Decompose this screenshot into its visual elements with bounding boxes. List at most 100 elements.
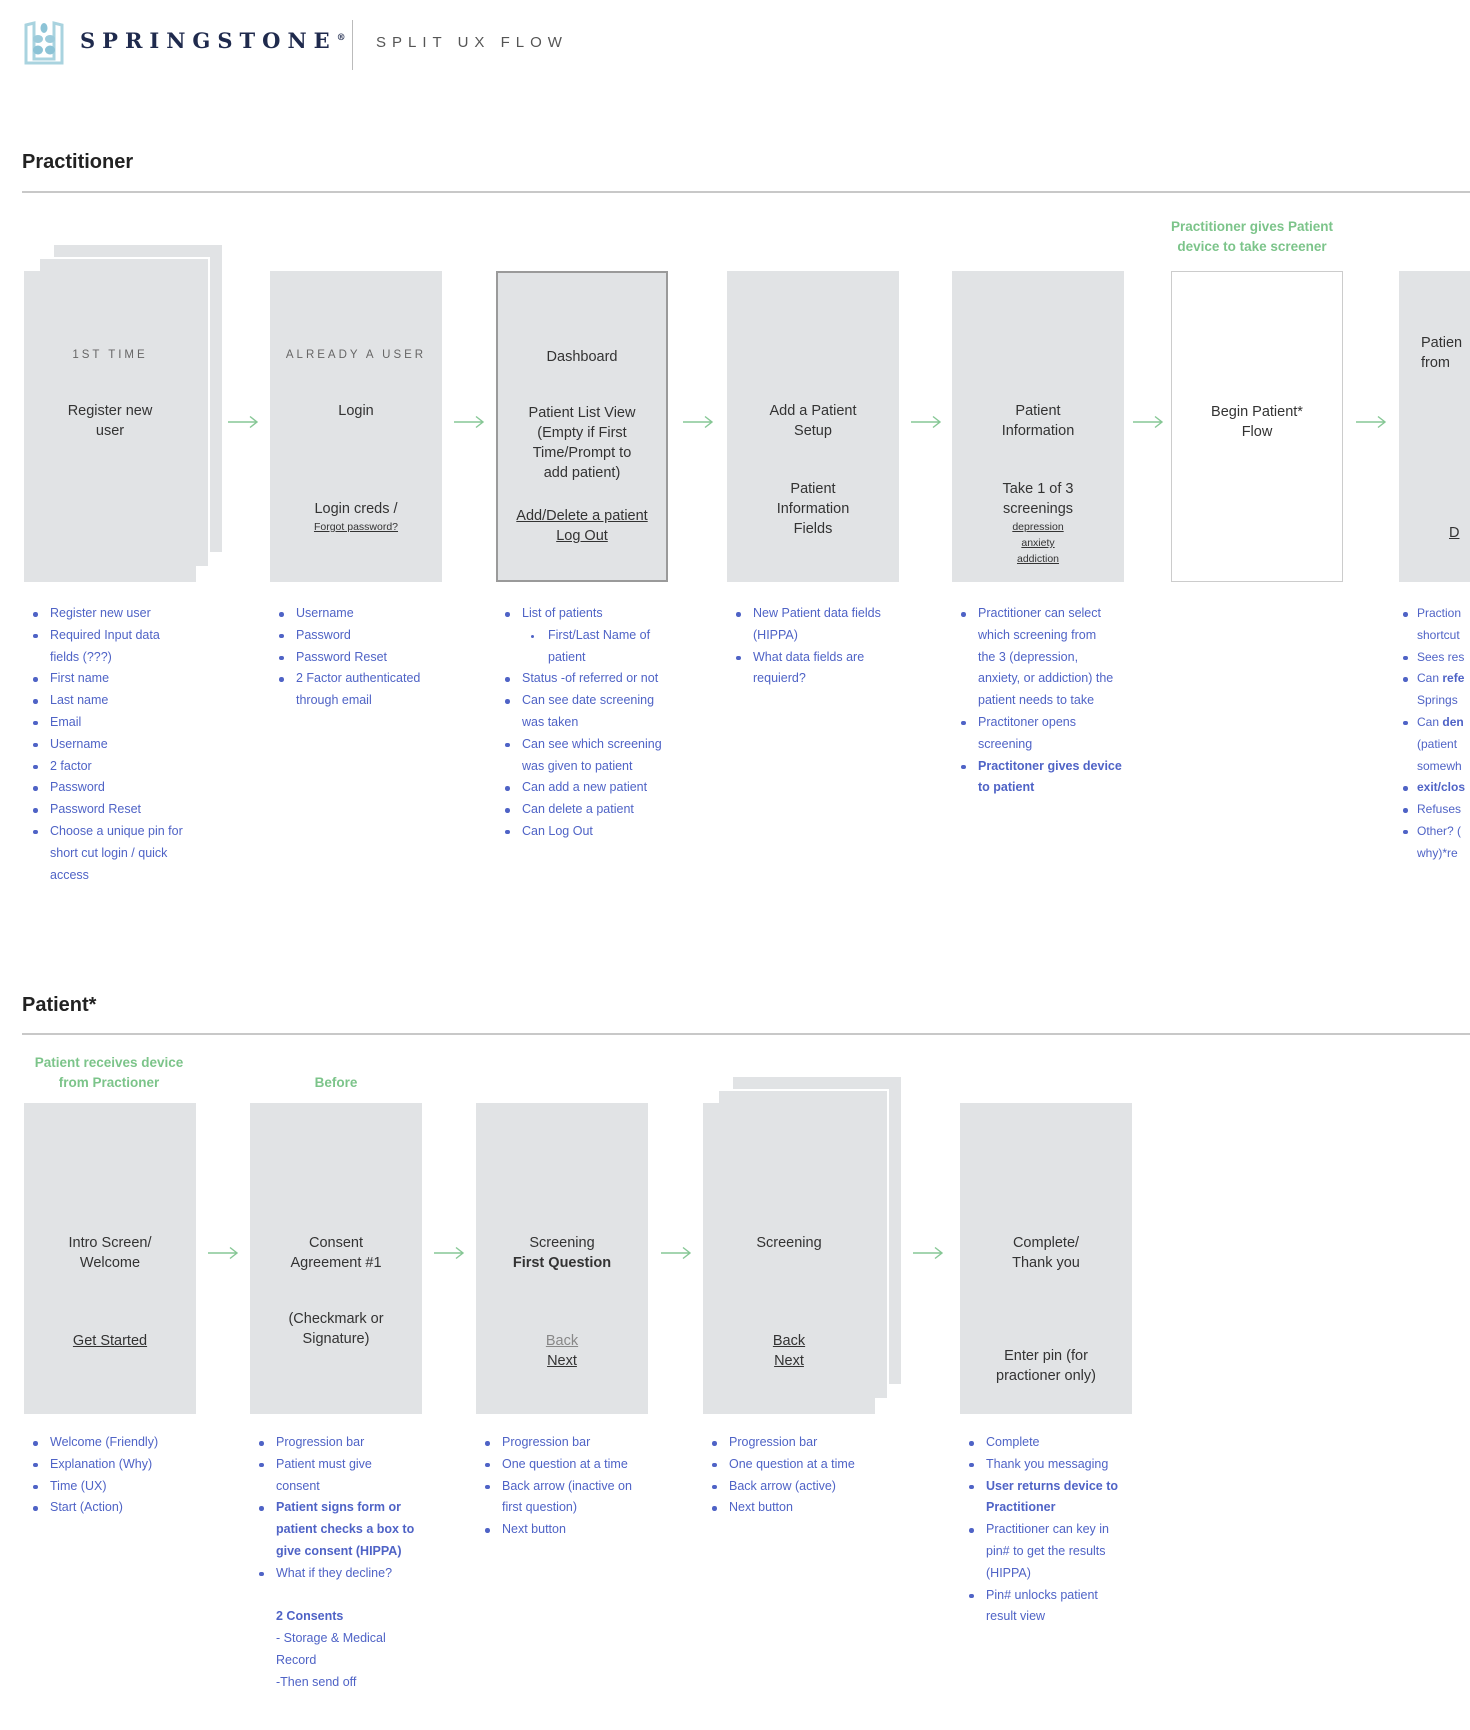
list-item: requierd? (736, 668, 881, 690)
list-item-text: Choose a unique pin for (50, 823, 183, 838)
arrow-right-icon (207, 1246, 239, 1260)
list-item-text: -Then send off (276, 1674, 357, 1689)
screen-card-login[interactable]: ALREADY A USER Login Login creds / Forgot p… (270, 271, 442, 582)
list-item-text: shortcut (1417, 627, 1460, 642)
screen-text-line: Log Out (498, 526, 666, 546)
list-item-text: (HIPPA) (753, 627, 798, 642)
screen-link-text[interactable]: Back Next (703, 1331, 875, 1371)
notes-list: Username Password Password Reset 2 Factor a… (279, 603, 420, 712)
screen-card-dashboard[interactable]: Dashboard Patient List View (Empty if Firs… (496, 271, 668, 582)
arrow-right-icon (227, 415, 259, 429)
list-item-text: Patient signs form or (276, 1500, 402, 1515)
screen-link[interactable]: Get Started (73, 1333, 147, 1349)
list-item-text: give consent (HIPPA) (276, 1543, 402, 1558)
list-item-text: Can (1417, 714, 1443, 729)
screen-title-text: Patien from (1421, 333, 1462, 373)
screen-card-consent-agreement[interactable]: Consent Agreement #1 (Checkmark or Signatur… (250, 1103, 422, 1414)
screen-title-text: Patient Information Fields (727, 479, 899, 539)
registered-mark: ® (336, 33, 346, 43)
screen-link-text[interactable]: Next (476, 1351, 648, 1371)
screen-card-begin-patient-flow[interactable]: Begin Patient* Flow (1171, 271, 1343, 582)
screen-card-screening-first-question[interactable]: Screening First Question Back Next (476, 1103, 648, 1414)
screen-muted-text[interactable]: Back (476, 1331, 648, 1351)
screen-text: ALREADY A USER (285, 349, 427, 361)
list-item: Password Reset (279, 647, 420, 669)
list-item: Next button (485, 1519, 632, 1541)
screen-text: Thank you (1012, 1255, 1080, 1271)
list-item: Status -of referred or not (505, 668, 662, 690)
list-item: was taken (505, 712, 662, 734)
screen-link[interactable]: anxiety (1021, 537, 1054, 549)
list-item-text: Progression bar (729, 1435, 818, 1449)
screen-link[interactable]: Next (547, 1353, 577, 1369)
screen-text: Take 1 of 3 (1002, 481, 1074, 497)
screen-link[interactable]: Forgot password? (314, 521, 398, 533)
screen-text: Begin Patient* (1211, 404, 1303, 420)
screen-link-text[interactable]: D (1449, 523, 1459, 543)
list-item: somewh (1403, 756, 1465, 778)
screen-link-text[interactable]: Add/Delete a patient Log Out (498, 506, 666, 546)
screen-text-line: (Empty if First (498, 423, 666, 443)
list-item: One question at a time (485, 1454, 632, 1476)
screen-text-line: Add a Patient (727, 401, 899, 421)
screen-text: Login (338, 403, 374, 419)
screen-link[interactable]: Back (773, 1333, 805, 1349)
screen-link[interactable]: Add/Delete a patient (516, 508, 647, 524)
screen-link[interactable]: Next (774, 1353, 804, 1369)
screen-link[interactable]: D (1449, 525, 1459, 541)
screen-card-intro-welcome[interactable]: Intro Screen/Welcome Get Started (24, 1103, 196, 1414)
list-item-text: Explanation (Why) (50, 1456, 153, 1471)
screen-text-line: Login creds / (270, 499, 442, 519)
list-item: Password (279, 625, 420, 647)
screen-small-text[interactable]: Forgot password? (270, 519, 442, 535)
brand-name: SPRINGSTONE® (80, 28, 346, 53)
bullet-icon (1403, 808, 1408, 813)
bullet-icon (505, 742, 510, 748)
bullet-icon (712, 1441, 717, 1446)
list-item-text: Next button (502, 1522, 566, 1537)
screen-card-complete-thank-you[interactable]: Complete/Thank you Enter pin (for praction… (960, 1103, 1132, 1414)
screen-title-text: Patient Information (952, 401, 1124, 441)
screen-card-screening[interactable]: Screening Back Next (703, 1103, 875, 1414)
screen-link[interactable]: depression (1012, 521, 1063, 533)
bullet-icon (961, 720, 966, 726)
screen-card-add-patient[interactable]: Add a Patient Setup Patient Information Fiel… (727, 271, 899, 582)
screen-title-text: Screening (703, 1233, 875, 1253)
bullet-icon (505, 677, 510, 682)
list-item: 2 factor (33, 756, 183, 778)
screen-link-text[interactable]: Get Started (24, 1331, 196, 1351)
screen-text-line: Begin Patient* (1172, 402, 1342, 422)
screen-text-line: Setup (727, 421, 899, 441)
screen-link[interactable]: Back (546, 1333, 578, 1349)
list-item: New Patient data fields (736, 603, 881, 625)
bullet-icon (33, 720, 38, 726)
list-item-text: Complete (986, 1435, 1040, 1449)
list-item-text: What if they decline? (276, 1565, 393, 1580)
screen-link[interactable]: Log Out (556, 528, 608, 544)
patient-divider (22, 1033, 1470, 1035)
screen-text: Fields (793, 521, 833, 537)
list-item-text: consent (276, 1478, 320, 1493)
screen-text-line: user (24, 421, 196, 441)
screen-text-line: Add/Delete a patient (498, 506, 666, 526)
screen-card-patient-returned[interactable]: Patien from D (1399, 271, 1470, 582)
screen-text: Signature) (302, 1331, 370, 1347)
bullet-icon (1403, 829, 1408, 835)
screen-card-patient-information[interactable]: Patient Information Take 1 of 3 screenings d… (952, 271, 1124, 582)
screen-small-text[interactable]: depression anxiety addiction (952, 519, 1124, 567)
screen-card-register[interactable]: 1ST TIME Register new user (24, 271, 196, 582)
bullet-icon (1403, 677, 1408, 682)
screen-text-line: add patient) (498, 463, 666, 483)
list-item: Email (33, 712, 183, 734)
list-item: Password Reset (33, 799, 183, 821)
list-item-text: Springs (1417, 693, 1458, 708)
list-item-text: Last name (50, 693, 109, 708)
list-item-text: result view (986, 1609, 1046, 1624)
screen-label-text: 1ST TIME (24, 345, 196, 365)
list-item: Progression bar (712, 1432, 855, 1454)
bullet-icon (33, 786, 38, 791)
screen-link[interactable]: addiction (1017, 553, 1059, 565)
screen-text: user (95, 423, 125, 439)
practitioner-divider (22, 191, 1470, 193)
list-item-text: Password Reset (296, 649, 388, 664)
